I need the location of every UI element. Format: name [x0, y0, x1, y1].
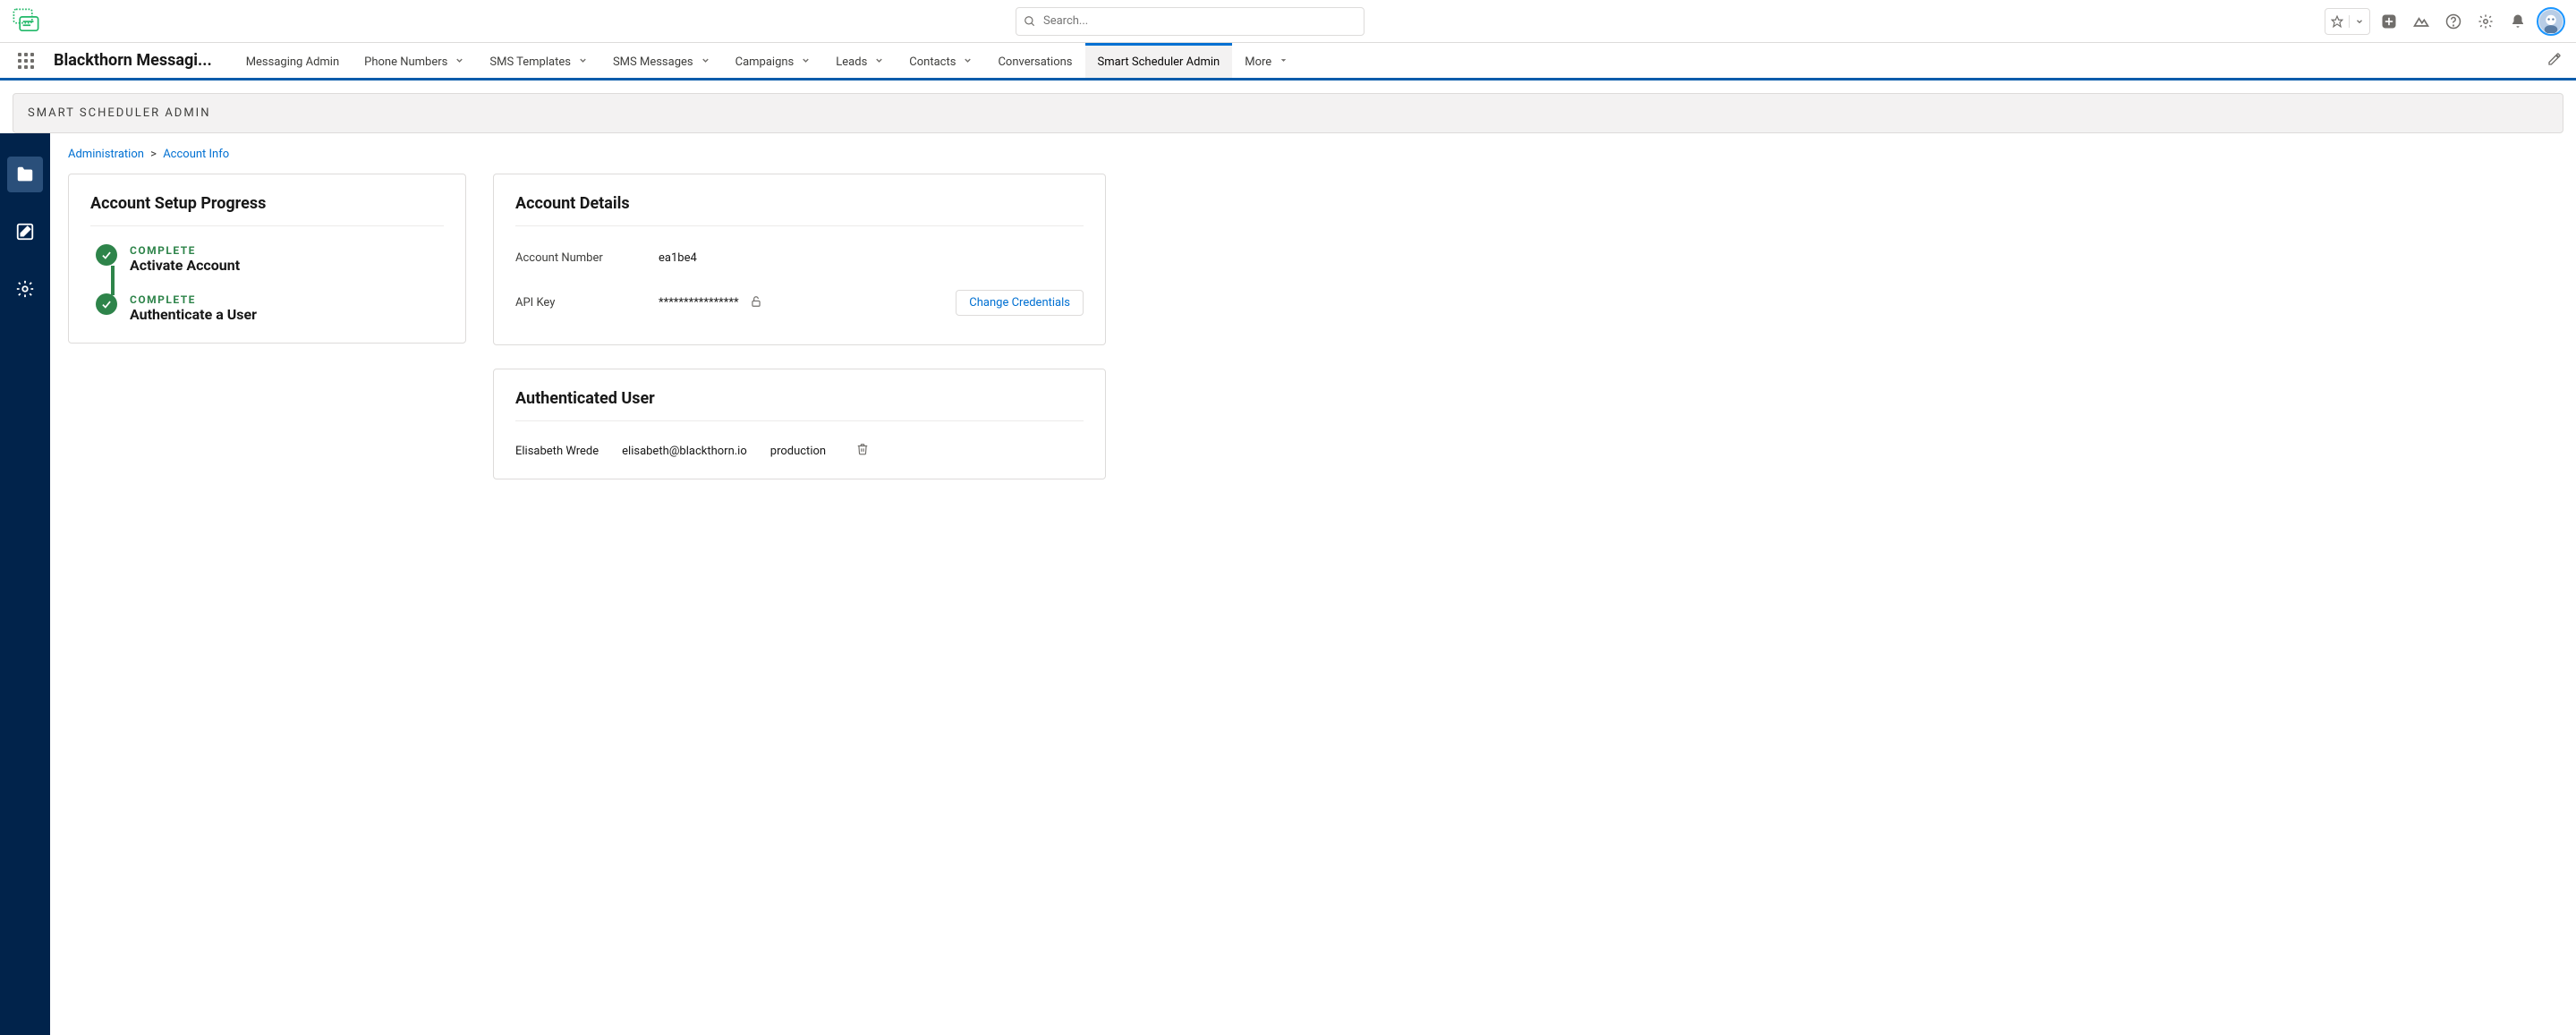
nav-item-contacts[interactable]: Contacts: [897, 43, 985, 78]
page-content: Administration > Account Info Account Se…: [50, 133, 2576, 1035]
auth-user-env: production: [770, 445, 826, 458]
step-title: Authenticate a User: [130, 306, 257, 323]
delete-user-button[interactable]: [856, 443, 869, 459]
unlock-icon: [750, 295, 762, 311]
account-details-card: Account Details Account Number ea1be4 AP…: [493, 174, 1106, 345]
global-search: [1016, 7, 1365, 36]
chevron-down-icon: [701, 55, 710, 69]
notifications-button[interactable]: [2504, 8, 2531, 35]
breadcrumb: Administration > Account Info: [68, 148, 2558, 161]
account-setup-progress-card: Account Setup Progress COMPLETE Activate…: [68, 174, 466, 344]
step-status: COMPLETE: [130, 293, 257, 306]
chevron-down-icon: [1279, 55, 1288, 69]
breadcrumb-administration[interactable]: Administration: [68, 148, 144, 161]
divider: [515, 420, 1084, 421]
nav-item-messaging-admin[interactable]: Messaging Admin: [234, 43, 352, 78]
nav-item-sms-templates[interactable]: SMS Templates: [477, 43, 600, 78]
side-rail: [0, 133, 50, 1035]
authenticated-user-card: Authenticated User Elisabeth Wrede elisa…: [493, 369, 1106, 479]
app-logo: [11, 6, 55, 37]
nav-item-more[interactable]: More: [1232, 43, 1301, 78]
star-icon: [2325, 15, 2350, 28]
change-credentials-button[interactable]: Change Credentials: [956, 290, 1084, 316]
setup-gear-button[interactable]: [2472, 8, 2499, 35]
progress-step: COMPLETE Authenticate a User: [96, 293, 444, 323]
breadcrumb-separator: >: [150, 148, 157, 161]
nav-item-sms-messages[interactable]: SMS Messages: [600, 43, 723, 78]
card-title: Account Details: [515, 194, 1084, 213]
search-icon: [1024, 14, 1036, 31]
chevron-down-icon: [2350, 17, 2369, 26]
progress-step: COMPLETE Activate Account: [96, 244, 444, 293]
user-avatar[interactable]: [2537, 7, 2565, 36]
chevron-down-icon: [455, 55, 464, 69]
chevron-down-icon: [963, 55, 973, 69]
check-circle-icon: [96, 244, 117, 266]
card-title: Authenticated User: [515, 389, 1084, 408]
detail-row-account-number: Account Number ea1be4: [515, 244, 1084, 283]
nav-item-conversations[interactable]: Conversations: [985, 43, 1084, 78]
detail-row-api-key: API Key **************** Change Credenti…: [515, 283, 1084, 325]
auth-user-name: Elisabeth Wrede: [515, 445, 599, 458]
divider: [515, 225, 1084, 226]
app-launcher-button[interactable]: [11, 46, 41, 76]
favorites-button[interactable]: [2325, 8, 2370, 35]
nav-item-smart-scheduler-admin[interactable]: Smart Scheduler Admin: [1085, 43, 1233, 78]
nav-item-campaigns[interactable]: Campaigns: [723, 43, 824, 78]
add-button[interactable]: [2376, 8, 2402, 35]
detail-label: API Key: [515, 296, 659, 310]
step-title: Activate Account: [130, 257, 240, 274]
header-utilities: [2325, 7, 2565, 36]
check-circle-icon: [96, 293, 117, 315]
rail-compose-button[interactable]: [7, 214, 43, 250]
nav-bar: Blackthorn Messagi... Messaging Admin Ph…: [0, 43, 2576, 81]
divider: [90, 225, 444, 226]
global-header: [0, 0, 2576, 43]
search-input[interactable]: [1016, 7, 1365, 36]
chevron-down-icon: [578, 55, 588, 69]
chevron-down-icon: [874, 55, 884, 69]
auth-user-row: Elisabeth Wrede elisabeth@blackthorn.io …: [515, 439, 1084, 459]
page-header: SMART SCHEDULER ADMIN: [13, 93, 2563, 133]
trailhead-icon[interactable]: [2408, 8, 2435, 35]
auth-user-email: elisabeth@blackthorn.io: [622, 445, 747, 458]
nav-item-leads[interactable]: Leads: [823, 43, 897, 78]
chevron-down-icon: [801, 55, 811, 69]
detail-value: ea1be4: [659, 251, 697, 265]
rail-settings-button[interactable]: [7, 271, 43, 307]
detail-label: Account Number: [515, 251, 659, 265]
breadcrumb-account-info[interactable]: Account Info: [163, 148, 229, 161]
app-name: Blackthorn Messagi...: [54, 51, 212, 70]
rail-folder-button[interactable]: [7, 157, 43, 192]
step-status: COMPLETE: [130, 244, 240, 257]
nav-item-phone-numbers[interactable]: Phone Numbers: [352, 43, 477, 78]
card-title: Account Setup Progress: [90, 194, 444, 213]
detail-value: ****************: [659, 295, 762, 311]
help-button[interactable]: [2440, 8, 2467, 35]
edit-nav-button[interactable]: [2547, 52, 2562, 70]
